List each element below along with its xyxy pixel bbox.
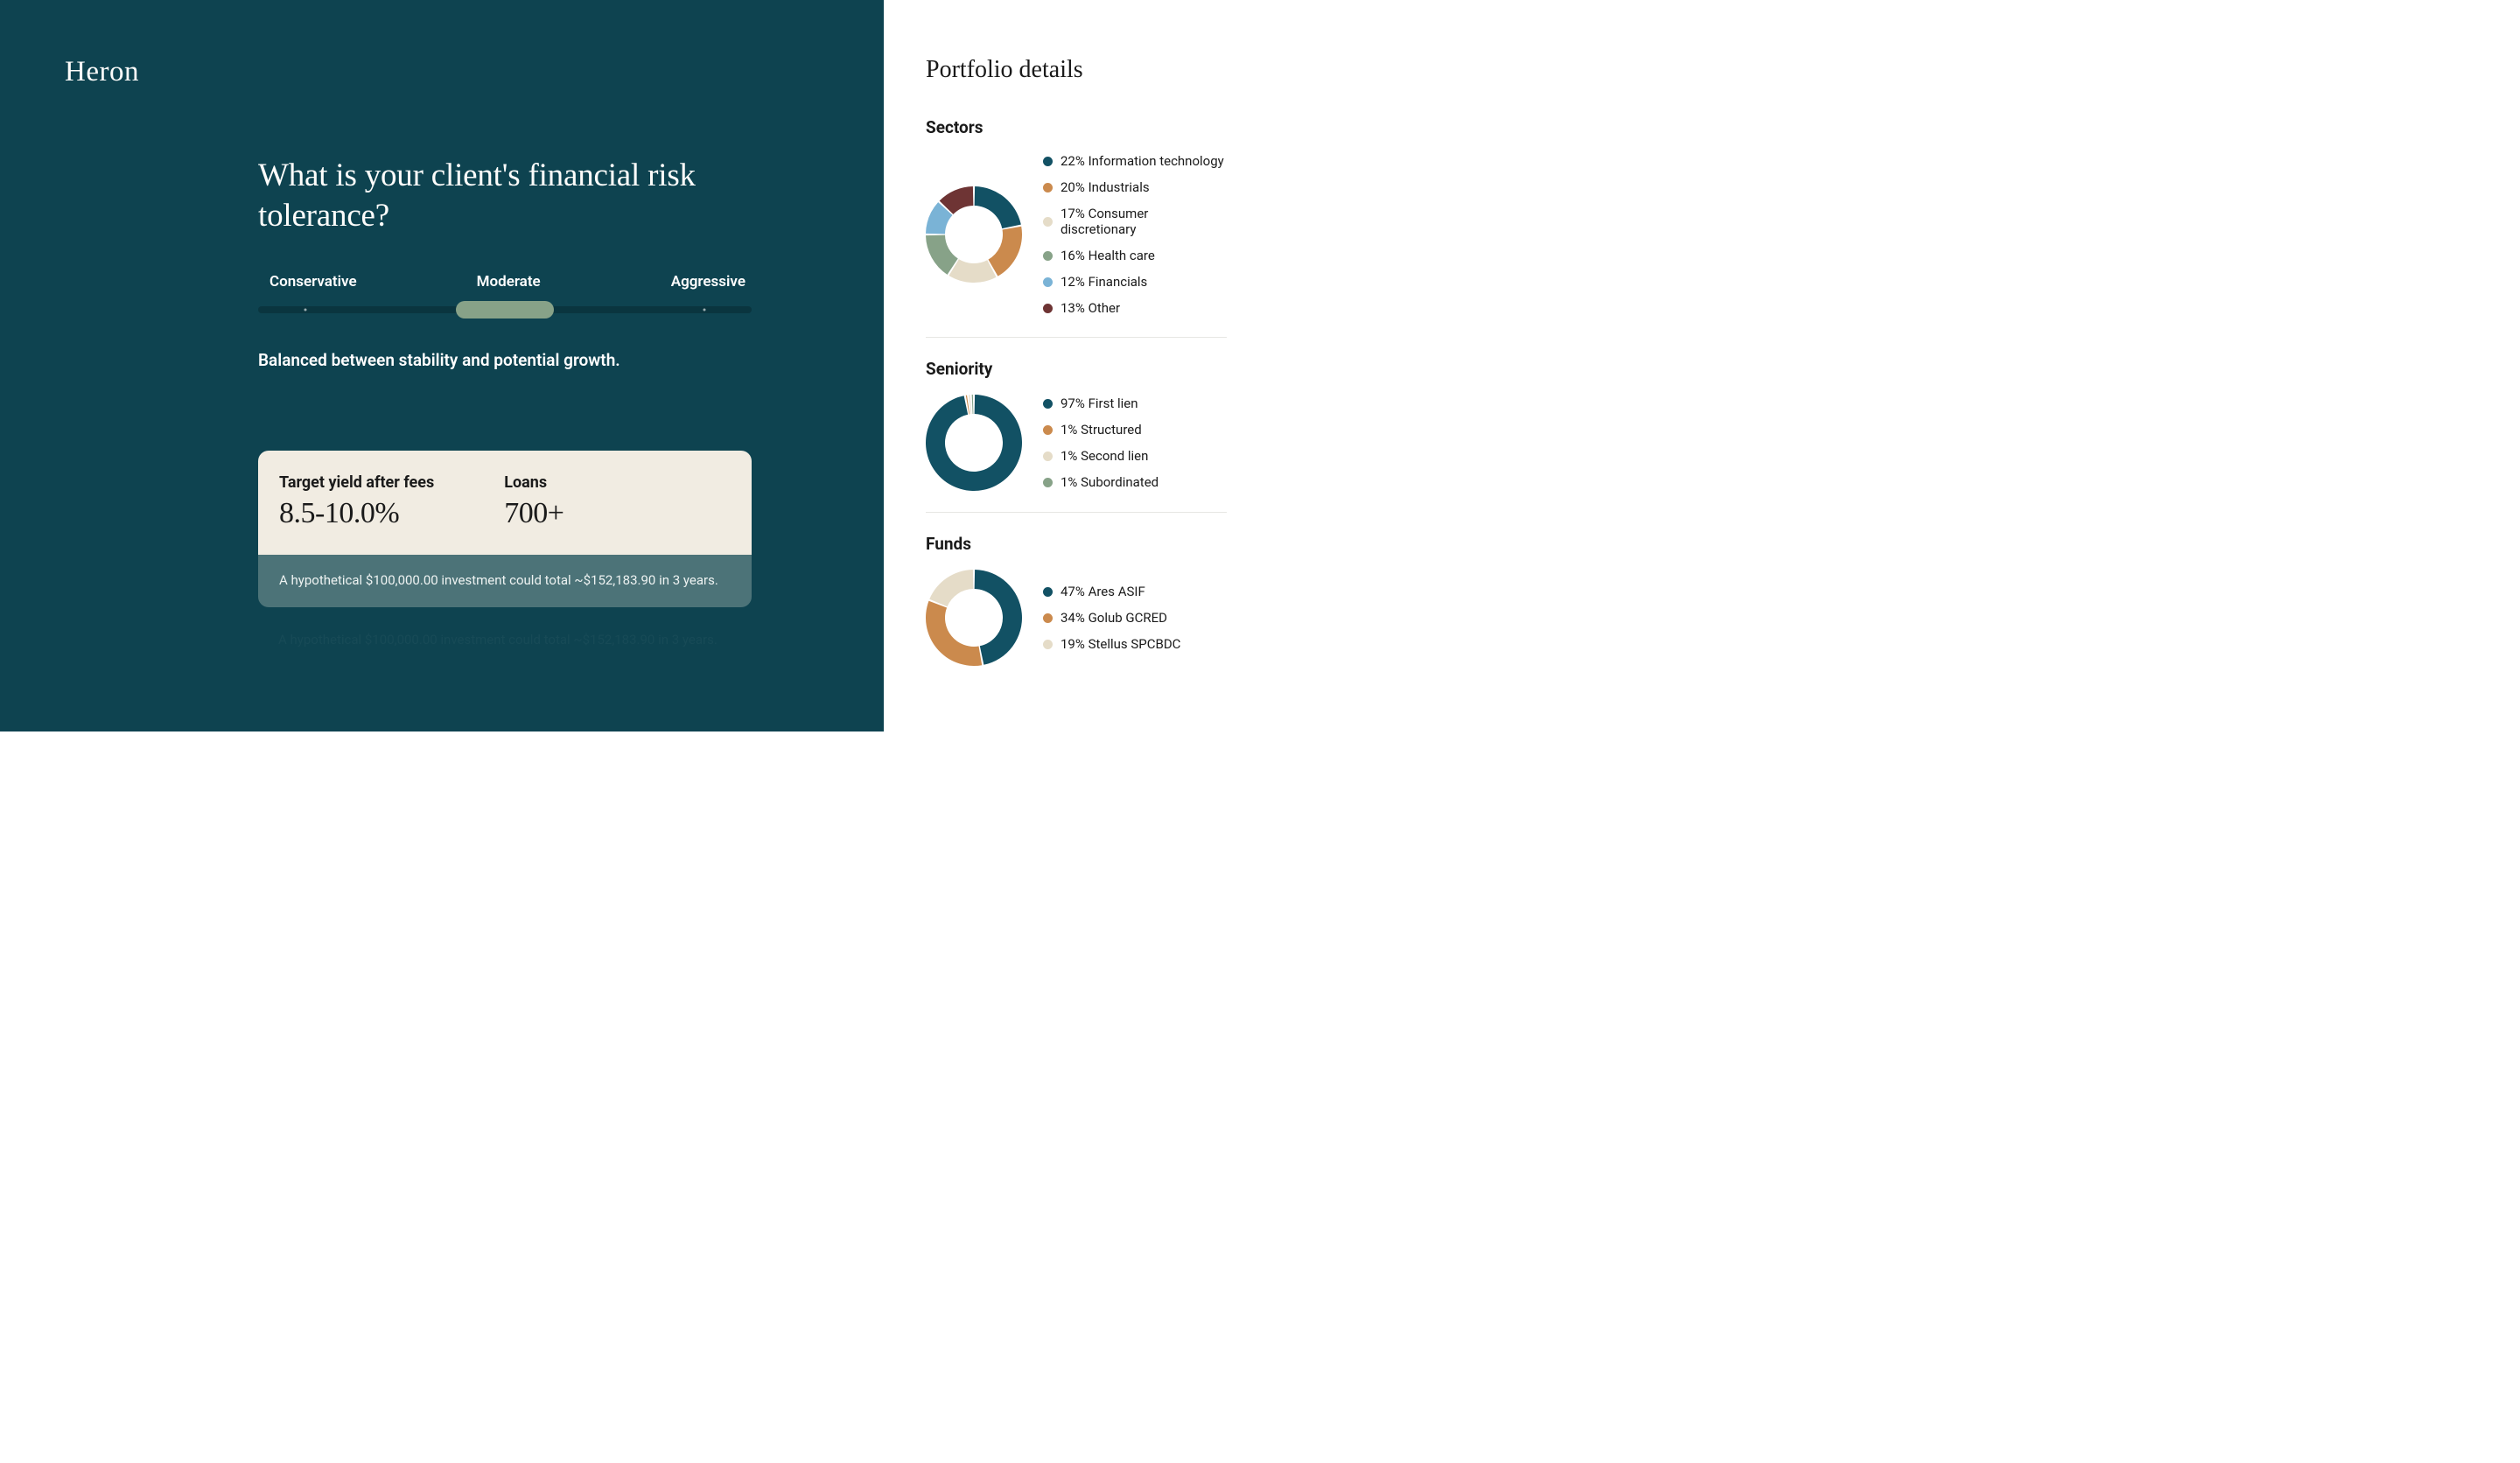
legend-label: 16% Health care [1060,248,1155,263]
legend-item: 1% Subordinated [1043,474,1227,490]
section-title-funds: Funds [926,534,1227,554]
legend-item: 97% First lien [1043,396,1227,411]
legend-swatch [1043,399,1053,409]
question-heading: What is your client's financial risk tol… [258,156,757,237]
section-title-sectors: Sectors [926,117,1227,137]
stat-loans-value: 700+ [504,497,564,530]
stat-yield-label: Target yield after fees [279,473,434,492]
legend-label: 12% Financials [1060,274,1147,290]
legend-item: 34% Golub GCRED [1043,610,1227,626]
stat-yield-value: 8.5-10.0% [279,497,434,530]
section-funds: Funds 47% Ares ASIF 34% Golub GCRED 19% Ste… [926,534,1227,687]
legend-label: 97% First lien [1060,396,1138,411]
legend-funds: 47% Ares ASIF 34% Golub GCRED 19% Stellus … [1043,584,1227,652]
legend-item: 17% Consumer discretionary [1043,206,1227,237]
legend-item: 47% Ares ASIF [1043,584,1227,599]
section-title-seniority: Seniority [926,359,1227,379]
stat-loans: Loans 700+ [504,473,564,530]
legend-swatch [1043,452,1053,461]
donut-chart-sectors [926,186,1022,283]
legend-swatch [1043,640,1053,649]
legend-swatch [1043,425,1053,435]
legend-label: 17% Consumer discretionary [1060,206,1227,237]
section-body-sectors: 22% Information technology 20% Industrial… [926,153,1227,316]
legend-item: 19% Stellus SPCBDC [1043,636,1227,652]
legend-sectors: 22% Information technology 20% Industrial… [1043,153,1227,316]
legend-swatch [1043,304,1053,313]
legend-label: 22% Information technology [1060,153,1224,169]
slider-thumb[interactable] [456,301,554,318]
legend-swatch [1043,251,1053,261]
legend-swatch [1043,478,1053,487]
legend-item: 12% Financials [1043,274,1227,290]
slider-tick [304,309,306,312]
stat-loans-label: Loans [504,473,564,492]
legend-item: 20% Industrials [1043,179,1227,195]
legend-label: 20% Industrials [1060,179,1150,195]
slider-label-moderate: Moderate [477,273,541,290]
section-body-seniority: 97% First lien 1% Structured 1% Second lie… [926,395,1227,491]
legend-swatch [1043,157,1053,166]
section-body-funds: 47% Ares ASIF 34% Golub GCRED 19% Stellus … [926,570,1227,666]
legend-item: 22% Information technology [1043,153,1227,169]
ghost-text: A hypothetical $100,000.00 investment co… [278,632,718,648]
slider-label-aggressive: Aggressive [671,273,746,290]
legend-item: 13% Other [1043,300,1227,316]
legend-item: 16% Health care [1043,248,1227,263]
portfolio-details-title: Portfolio details [926,56,1227,84]
stats-card-bottom: A hypothetical $100,000.00 investment co… [258,555,752,607]
legend-label: 19% Stellus SPCBDC [1060,636,1180,652]
legend-label: 13% Other [1060,300,1120,316]
logo: Heron [65,56,139,88]
legend-swatch [1043,217,1053,227]
left-panel: Heron What is your client's financial ri… [0,0,884,732]
stat-yield: Target yield after fees 8.5-10.0% [279,473,434,530]
legend-swatch [1043,587,1053,597]
section-seniority: Seniority 97% First lien 1% Structured 1% S… [926,359,1227,513]
slider-label-conservative: Conservative [270,273,357,290]
slider-tick [704,309,706,312]
section-sectors: Sectors 22% Information technology 20% Ind… [926,117,1227,338]
stats-card-top: Target yield after fees 8.5-10.0% Loans … [258,451,752,555]
legend-item: 1% Second lien [1043,448,1227,464]
legend-swatch [1043,183,1053,192]
legend-label: 1% Subordinated [1060,474,1158,490]
legend-swatch [1043,277,1053,287]
legend-label: 1% Second lien [1060,448,1148,464]
stats-card: Target yield after fees 8.5-10.0% Loans … [258,451,752,607]
slider-description: Balanced between stability and potential… [258,350,620,370]
risk-slider[interactable]: Conservative Moderate Aggressive [258,273,752,313]
app-root: Heron What is your client's financial ri… [0,0,1260,732]
donut-chart-seniority [926,395,1022,491]
legend-label: 34% Golub GCRED [1060,610,1167,626]
legend-label: 47% Ares ASIF [1060,584,1145,599]
legend-item: 1% Structured [1043,422,1227,438]
right-panel: Portfolio details Sectors 22% Information… [884,0,1260,732]
slider-labels: Conservative Moderate Aggressive [258,273,752,290]
legend-swatch [1043,613,1053,623]
legend-seniority: 97% First lien 1% Structured 1% Second lie… [1043,396,1227,490]
legend-label: 1% Structured [1060,422,1142,438]
donut-chart-funds [926,570,1022,666]
slider-track[interactable] [258,306,752,313]
